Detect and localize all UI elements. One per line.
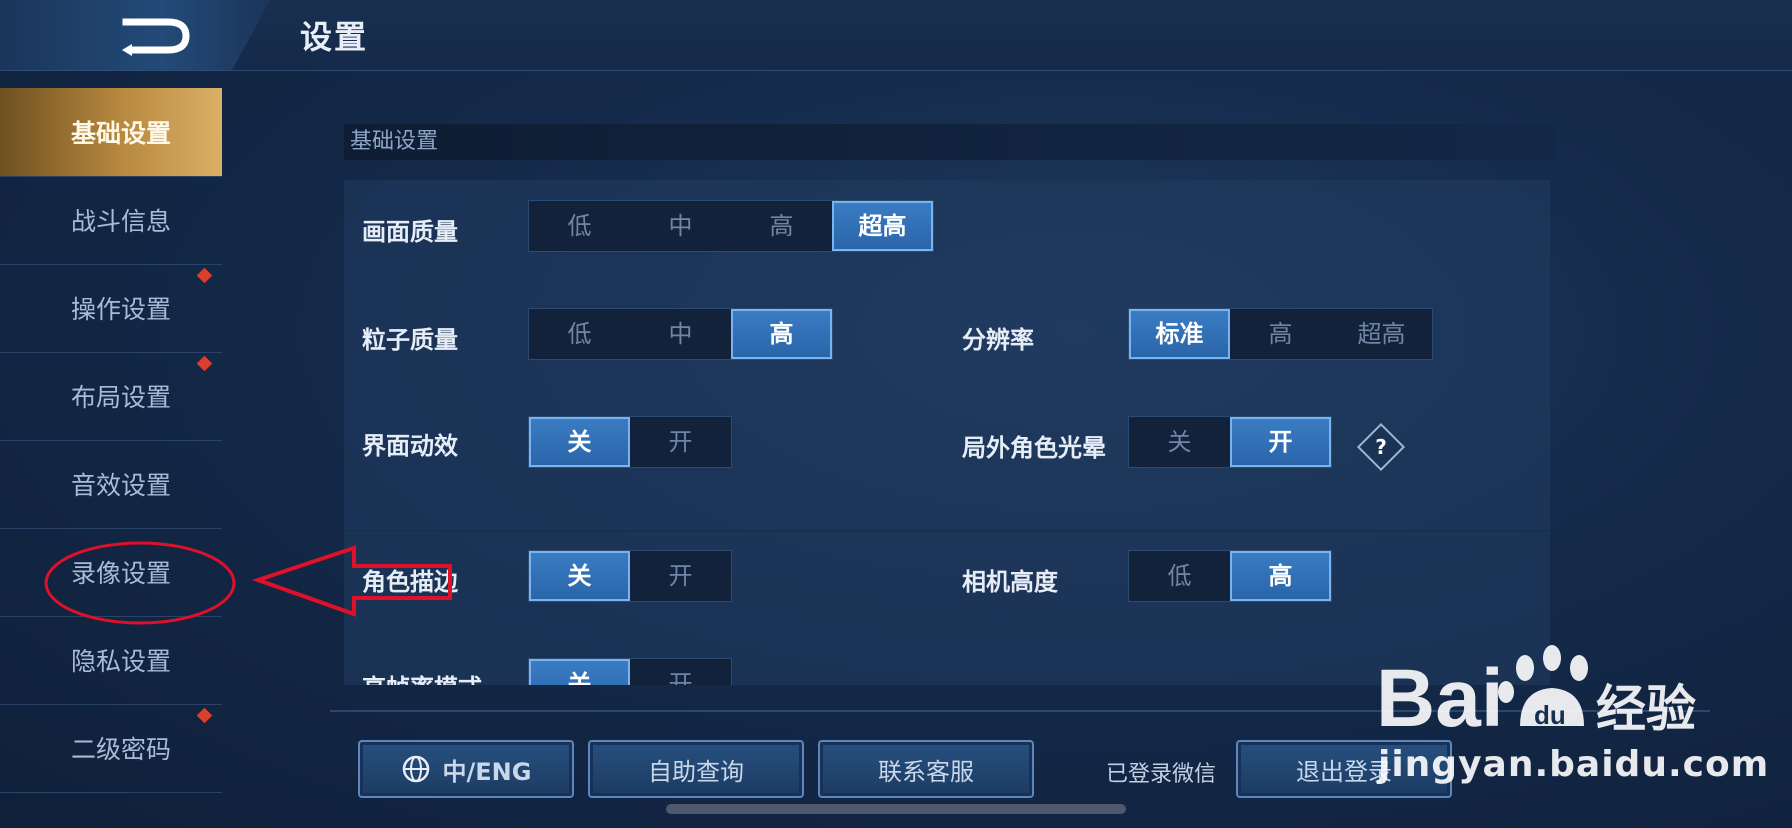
graphics-quality-option-high[interactable]: 高 [731, 201, 832, 251]
watermark-site-text: jingyan.baidu.com [1378, 744, 1770, 785]
sidebar-item-secondary-password[interactable]: 二级密码 [0, 704, 222, 793]
sidebar-item-privacy[interactable]: 隐私设置 [0, 616, 222, 705]
resolution-option-standard[interactable]: 标准 [1129, 309, 1230, 359]
language-button[interactable]: 中/ENG [358, 740, 574, 798]
sidebar-item-battle-info[interactable]: 战斗信息 [0, 176, 222, 265]
particle-quality-option-mid[interactable]: 中 [630, 309, 731, 359]
character-glow-option-off[interactable]: 关 [1129, 417, 1230, 467]
back-button[interactable] [118, 14, 196, 58]
sidebar-item-label: 布局设置 [70, 383, 171, 412]
contact-support-button[interactable]: 联系客服 [818, 740, 1034, 798]
new-badge-icon [196, 707, 213, 724]
language-button-label: 中/ENG [442, 757, 532, 786]
help-button[interactable]: ? [1356, 422, 1406, 472]
particle-quality-option-low[interactable]: 低 [529, 309, 630, 359]
sidebar-item-basic[interactable]: 基础设置 [0, 88, 222, 177]
section-header: 基础设置 [344, 124, 1556, 160]
graphics-quality-selector: 低 中 高 超高 [528, 200, 934, 252]
camera-height-option-low[interactable]: 低 [1129, 551, 1230, 601]
home-indicator-bar[interactable] [666, 804, 1126, 814]
self-service-label: 自助查询 [648, 757, 744, 786]
contact-support-label: 联系客服 [878, 757, 974, 786]
character-glow-toggle: 关 开 [1128, 416, 1332, 468]
svg-text:du: du [1534, 700, 1566, 730]
character-outline-toggle: 关 开 [528, 550, 732, 602]
sidebar-item-label: 基础设置 [70, 119, 171, 148]
high-fps-option-off[interactable]: 关 [529, 659, 630, 685]
sidebar: 基础设置 战斗信息 操作设置 布局设置 音效设置 录像设置 隐私设置 二级密码 [0, 88, 222, 828]
login-status-text: 已登录微信 [1106, 762, 1217, 787]
new-badge-icon [196, 355, 213, 372]
ui-animation-label: 界面动效 [362, 432, 458, 460]
baidu-logo-icon: Bai du 经验 [1376, 645, 1696, 742]
resolution-option-ultra[interactable]: 超高 [1331, 309, 1432, 359]
particle-quality-selector: 低 中 高 [528, 308, 833, 360]
ui-animation-option-on[interactable]: 开 [630, 417, 731, 467]
row-divider [344, 530, 1550, 532]
particle-quality-label: 粒子质量 [362, 326, 458, 354]
back-arrow-icon [122, 18, 190, 56]
resolution-option-high[interactable]: 高 [1230, 309, 1331, 359]
sidebar-item-controls[interactable]: 操作设置 [0, 264, 222, 353]
sidebar-item-recording[interactable]: 录像设置 [0, 528, 222, 617]
top-bar: 设置 [0, 0, 1792, 71]
character-outline-label: 角色描边 [362, 568, 458, 596]
ui-animation-option-off[interactable]: 关 [529, 417, 630, 467]
character-glow-label: 局外角色光晕 [962, 434, 1106, 462]
sidebar-item-label: 战斗信息 [70, 207, 171, 236]
globe-icon [402, 755, 429, 783]
graphics-quality-option-low[interactable]: 低 [529, 201, 630, 251]
high-fps-label: 高帧率模式 [362, 668, 482, 685]
sidebar-item-label: 音效设置 [70, 471, 171, 500]
sidebar-item-label: 操作设置 [70, 295, 171, 324]
sidebar-item-layout[interactable]: 布局设置 [0, 352, 222, 441]
question-icon: ? [1375, 435, 1387, 459]
camera-height-option-high[interactable]: 高 [1230, 551, 1331, 601]
high-fps-toggle: 关 开 [528, 658, 732, 685]
sidebar-item-label: 隐私设置 [70, 647, 171, 676]
graphics-quality-label: 画面质量 [362, 218, 458, 246]
camera-height-toggle: 低 高 [1128, 550, 1332, 602]
graphics-quality-option-ultra[interactable]: 超高 [832, 201, 933, 251]
camera-height-label: 相机高度 [962, 568, 1058, 596]
resolution-label: 分辨率 [962, 326, 1034, 354]
ui-animation-toggle: 关 开 [528, 416, 732, 468]
self-service-button[interactable]: 自助查询 [588, 740, 804, 798]
particle-quality-option-high[interactable]: 高 [731, 309, 832, 359]
sidebar-item-label: 二级密码 [70, 735, 171, 764]
character-glow-option-on[interactable]: 开 [1230, 417, 1331, 467]
sidebar-item-audio[interactable]: 音效设置 [0, 440, 222, 529]
settings-panel[interactable]: 画面质量 低 中 高 超高 粒子质量 低 中 高 分辨率 标准 高 超高 界面动… [344, 180, 1550, 685]
character-outline-option-off[interactable]: 关 [529, 551, 630, 601]
high-fps-option-on[interactable]: 开 [630, 659, 731, 685]
svg-text:Bai: Bai [1376, 653, 1504, 742]
graphics-quality-option-mid[interactable]: 中 [630, 201, 731, 251]
svg-text:经验: 经验 [1596, 680, 1696, 738]
sidebar-item-label: 录像设置 [70, 559, 171, 588]
resolution-selector: 标准 高 超高 [1128, 308, 1433, 360]
character-outline-option-on[interactable]: 开 [630, 551, 731, 601]
page-title: 设置 [300, 18, 369, 56]
new-badge-icon [196, 267, 213, 284]
